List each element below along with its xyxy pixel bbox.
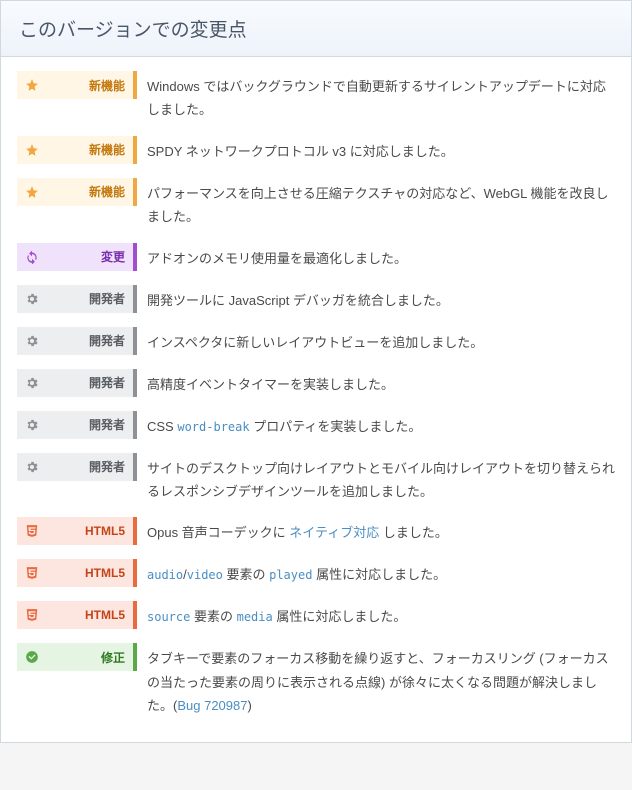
change-tag-label: HTML5	[47, 608, 125, 622]
change-description: 高精度イベントタイマーを実装しました。	[147, 369, 615, 396]
change-tag-new: 新機能	[17, 136, 137, 164]
change-tag-label: HTML5	[47, 566, 125, 580]
change-tag-dev: 開発者	[17, 369, 137, 397]
code-literal: media	[237, 610, 273, 624]
change-tag-label: 開発者	[47, 332, 125, 349]
change-row: 開発者 開発ツールに JavaScript デバッガを統合しました。	[17, 285, 615, 313]
change-description: Opus 音声コーデックに ネイティブ対応 しました。	[147, 517, 615, 544]
code-literal: source	[147, 610, 190, 624]
panel-heading: このバージョンでの変更点	[1, 1, 631, 57]
change-description: source 要素の media 属性に対応しました。	[147, 601, 615, 629]
change-tag-html5: HTML5	[17, 601, 137, 629]
change-tag-label: 新機能	[47, 141, 125, 158]
change-tag-label: 開発者	[47, 374, 125, 391]
change-tag-dev: 開発者	[17, 285, 137, 313]
change-tag-label: HTML5	[47, 524, 125, 538]
change-description: インスペクタに新しいレイアウトビューを追加しました。	[147, 327, 615, 354]
html5-shield-icon	[23, 522, 41, 540]
change-description: CSS word-break プロパティを実装しました。	[147, 411, 615, 439]
change-tag-label: 修正	[47, 649, 125, 666]
change-row: HTML5 audio/video 要素の played 属性に対応しました。	[17, 559, 615, 587]
checkmark-circle-icon	[23, 648, 41, 666]
gear-icon	[23, 458, 41, 476]
change-tag-new: 新機能	[17, 71, 137, 99]
code-literal: audio	[147, 568, 183, 582]
changes-list: 新機能 Windows ではバックグラウンドで自動更新するサイレントアップデートに…	[1, 57, 631, 742]
change-row: 変更 アドオンのメモリ使用量を最適化しました。	[17, 243, 615, 271]
change-tag-label: 新機能	[47, 77, 125, 94]
change-row: HTML5 Opus 音声コーデックに ネイティブ対応 しました。	[17, 517, 615, 545]
code-literal: word-break	[177, 420, 249, 434]
html5-shield-icon	[23, 606, 41, 624]
change-tag-dev: 開発者	[17, 453, 137, 481]
html5-shield-icon	[23, 564, 41, 582]
gear-icon	[23, 290, 41, 308]
code-literal: video	[187, 568, 223, 582]
change-tag-changed: 変更	[17, 243, 137, 271]
change-tag-new: 新機能	[17, 178, 137, 206]
change-description: タブキーで要素のフォーカス移動を繰り返すと、フォーカスリング (フォーカスの当た…	[147, 643, 615, 717]
change-tag-dev: 開発者	[17, 411, 137, 439]
gear-icon	[23, 416, 41, 434]
change-row: HTML5 source 要素の media 属性に対応しました。	[17, 601, 615, 629]
change-description: サイトのデスクトップ向けレイアウトとモバイル向けレイアウトを切り替えられるレスポ…	[147, 453, 615, 504]
gear-icon	[23, 374, 41, 392]
change-tag-label: 開発者	[47, 290, 125, 307]
inline-link[interactable]: ネイティブ対応	[289, 525, 379, 540]
change-tag-label: 新機能	[47, 183, 125, 200]
change-row: 開発者 高精度イベントタイマーを実装しました。	[17, 369, 615, 397]
change-row: 新機能 Windows ではバックグラウンドで自動更新するサイレントアップデートに…	[17, 71, 615, 122]
change-description: 開発ツールに JavaScript デバッガを統合しました。	[147, 285, 615, 312]
change-row: 新機能 パフォーマンスを向上させる圧縮テクスチャの対応など、WebGL 機能を改良…	[17, 178, 615, 229]
change-row: 開発者 インスペクタに新しいレイアウトビューを追加しました。	[17, 327, 615, 355]
inline-link[interactable]: Bug 720987	[177, 698, 247, 713]
change-tag-dev: 開発者	[17, 327, 137, 355]
change-description: Windows ではバックグラウンドで自動更新するサイレントアップデートに対応し…	[147, 71, 615, 122]
change-tag-label: 開発者	[47, 458, 125, 475]
release-notes-panel: このバージョンでの変更点 新機能 Windows ではバックグラウンドで自動更新す…	[0, 0, 632, 743]
change-row: 開発者 CSS word-break プロパティを実装しました。	[17, 411, 615, 439]
change-tag-fixed: 修正	[17, 643, 137, 671]
star-icon	[23, 141, 41, 159]
change-row: 修正 タブキーで要素のフォーカス移動を繰り返すと、フォーカスリング (フォーカスの…	[17, 643, 615, 717]
star-icon	[23, 183, 41, 201]
code-literal: played	[269, 568, 312, 582]
change-description: アドオンのメモリ使用量を最適化しました。	[147, 243, 615, 270]
refresh-icon	[23, 248, 41, 266]
change-tag-html5: HTML5	[17, 517, 137, 545]
change-tag-label: 変更	[47, 248, 125, 265]
star-icon	[23, 76, 41, 94]
change-description: audio/video 要素の played 属性に対応しました。	[147, 559, 615, 587]
change-description: SPDY ネットワークプロトコル v3 に対応しました。	[147, 136, 615, 163]
change-row: 新機能 SPDY ネットワークプロトコル v3 に対応しました。	[17, 136, 615, 164]
gear-icon	[23, 332, 41, 350]
change-description: パフォーマンスを向上させる圧縮テクスチャの対応など、WebGL 機能を改良しまし…	[147, 178, 615, 229]
change-tag-html5: HTML5	[17, 559, 137, 587]
change-row: 開発者 サイトのデスクトップ向けレイアウトとモバイル向けレイアウトを切り替えられる…	[17, 453, 615, 504]
change-tag-label: 開発者	[47, 416, 125, 433]
